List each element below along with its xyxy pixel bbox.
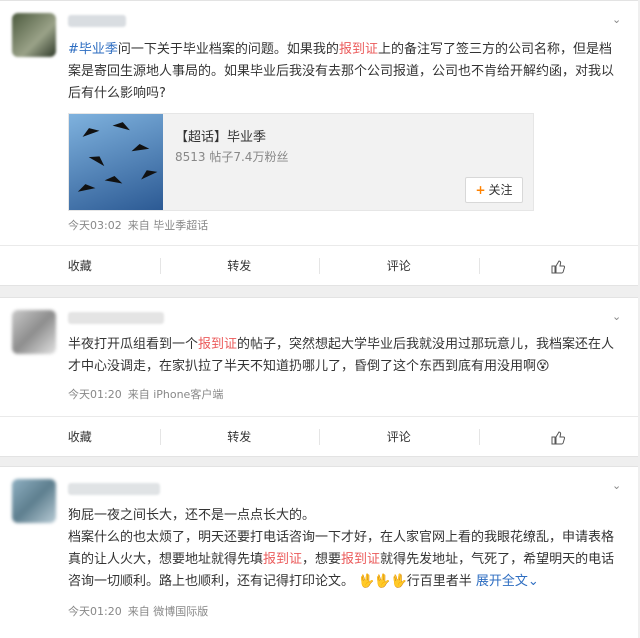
plus-icon: +: [475, 183, 486, 197]
username[interactable]: [68, 312, 164, 324]
source[interactable]: 来自 微博国际版: [128, 605, 209, 618]
avatar[interactable]: [12, 13, 56, 57]
post-meta: 今天01:20 来自 微博国际版: [68, 603, 214, 619]
chevron-down-icon[interactable]: ⌄: [612, 14, 622, 25]
topic-title[interactable]: 【超话】毕业季: [175, 126, 266, 145]
post-card: ⌄ 半夜打开瓜组看到一个报到证的帖子，突然想起大学毕业后我就没用过那玩意儿，我档…: [0, 297, 638, 457]
topic-tag[interactable]: #毕业季: [68, 42, 118, 57]
source[interactable]: 来自 毕业季超话: [128, 219, 209, 232]
comment-button[interactable]: 评论: [319, 417, 479, 457]
avatar[interactable]: [12, 479, 56, 523]
graduation-image: [69, 114, 163, 210]
chevron-down-icon: ⌄: [527, 574, 539, 589]
action-bar: 收藏 转发 评论: [0, 245, 638, 286]
thumbs-up-icon: [551, 259, 566, 273]
follow-button[interactable]: + 关注: [465, 177, 523, 203]
post-meta: 今天03:02 来自 毕业季超话: [68, 217, 214, 233]
username[interactable]: [68, 483, 160, 495]
thumbs-up-icon: [551, 430, 566, 444]
post-card: ⌄ #毕业季问一下关于毕业档案的问题。如果我的报到证上的备注写了签三方的公司名称…: [0, 0, 638, 286]
source[interactable]: 来自 iPhone客户端: [128, 388, 224, 401]
chevron-down-icon[interactable]: ⌄: [612, 480, 622, 491]
hand-emoji: 🖖: [358, 574, 375, 589]
timestamp[interactable]: 今天03:02: [68, 219, 122, 232]
avatar[interactable]: [12, 310, 56, 354]
favorite-button[interactable]: 收藏: [0, 246, 160, 286]
keyword-link[interactable]: 报到证: [263, 552, 302, 567]
expand-full-text-link[interactable]: 展开全文⌄: [476, 574, 539, 589]
hand-emoji: 🖖: [374, 574, 391, 589]
topic-card[interactable]: 【超话】毕业季 8513 帖子7.4万粉丝 + 关注: [68, 113, 534, 211]
post-meta: 今天01:20 来自 iPhone客户端: [68, 386, 229, 402]
dizzy-face-emoji: 😵: [536, 359, 550, 374]
action-bar: 收藏 转发 评论: [0, 416, 638, 457]
topic-stats: 8513 帖子7.4万粉丝: [175, 150, 289, 164]
comment-button[interactable]: 评论: [319, 246, 479, 286]
like-button[interactable]: [478, 417, 639, 457]
favorite-button[interactable]: 收藏: [0, 417, 160, 457]
timestamp[interactable]: 今天01:20: [68, 605, 122, 618]
keyword-link[interactable]: 报到证: [341, 552, 380, 567]
like-button[interactable]: [478, 246, 639, 286]
post-text: 狗屁一夜之间长大，还不是一点点长大的。 档案什么的也太烦了，明天还要打电话咨询一…: [68, 505, 616, 593]
post-text: 半夜打开瓜组看到一个报到证的帖子，突然想起大学毕业后我就没用过那玩意儿，我档案还…: [68, 337, 615, 374]
hand-emoji: 🖖: [390, 574, 407, 589]
keyword-link[interactable]: 报到证: [339, 42, 378, 57]
post-first-line: 狗屁一夜之间长大，还不是一点点长大的。: [68, 508, 316, 523]
repost-button[interactable]: 转发: [159, 246, 320, 286]
keyword-link[interactable]: 报到证: [198, 337, 237, 352]
username[interactable]: [68, 15, 126, 27]
post-card: ⌄ 狗屁一夜之间长大，还不是一点点长大的。 档案什么的也太烦了，明天还要打电话咨…: [0, 466, 638, 638]
post-text: #毕业季问一下关于毕业档案的问题。如果我的报到证上的备注写了签三方的公司名称，但…: [68, 42, 615, 101]
timestamp[interactable]: 今天01:20: [68, 388, 122, 401]
chevron-down-icon[interactable]: ⌄: [612, 311, 622, 322]
repost-button[interactable]: 转发: [159, 417, 320, 457]
